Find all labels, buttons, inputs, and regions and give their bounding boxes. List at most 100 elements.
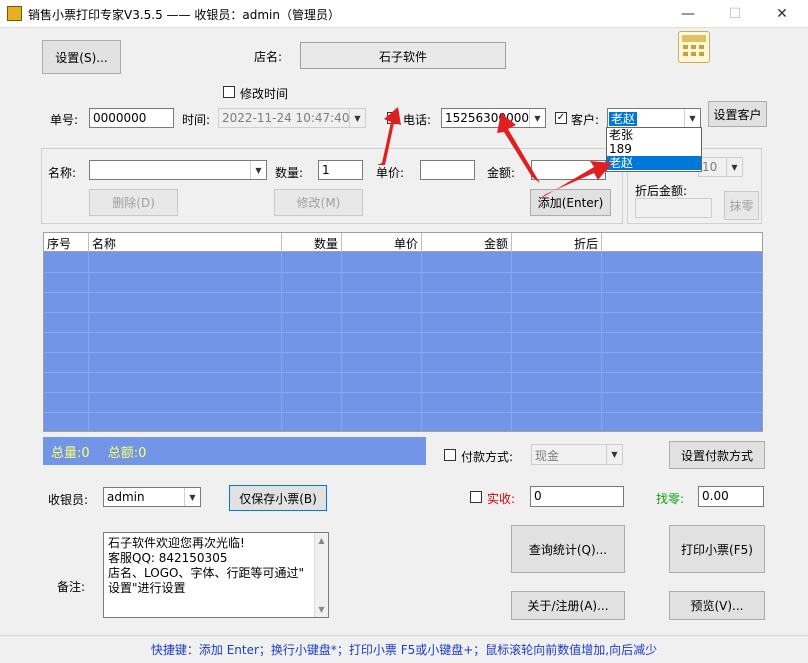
- received-checkbox[interactable]: [470, 491, 482, 503]
- table-cell[interactable]: [422, 413, 512, 431]
- table-cell[interactable]: [89, 313, 282, 333]
- maximize-button[interactable]: ☐: [720, 4, 750, 24]
- dropdown-option[interactable]: 老张: [607, 128, 701, 142]
- table-cell[interactable]: [44, 393, 89, 413]
- table-row[interactable]: [44, 393, 762, 413]
- table-cell[interactable]: [44, 373, 89, 393]
- table-cell[interactable]: [282, 293, 342, 313]
- table-cell[interactable]: [282, 353, 342, 373]
- payment-method-combo[interactable]: 现金 ▼: [531, 444, 623, 465]
- table-cell[interactable]: [44, 353, 89, 373]
- customer-dropdown-list[interactable]: 老张 189 老赵: [606, 127, 702, 172]
- table-cell[interactable]: [89, 253, 282, 273]
- table-cell[interactable]: [282, 313, 342, 333]
- table-cell[interactable]: [89, 293, 282, 313]
- table-cell[interactable]: [422, 313, 512, 333]
- item-name-combo[interactable]: ▼: [89, 160, 267, 180]
- about-register-button[interactable]: 关于/注册(A)...: [511, 591, 625, 620]
- settings-button[interactable]: 设置(S)...: [42, 40, 121, 74]
- table-cell[interactable]: [342, 373, 422, 393]
- discounted-amount-input[interactable]: [635, 198, 712, 218]
- table-cell[interactable]: [282, 273, 342, 293]
- table-cell[interactable]: [44, 313, 89, 333]
- table-cell[interactable]: [422, 293, 512, 313]
- column-header[interactable]: 序号: [44, 233, 89, 252]
- table-cell[interactable]: [422, 353, 512, 373]
- discount-combo[interactable]: 10 ▼: [698, 157, 743, 177]
- table-cell[interactable]: [89, 413, 282, 431]
- table-cell[interactable]: [44, 273, 89, 293]
- note-scrollbar[interactable]: ▲ ▼: [314, 533, 328, 617]
- dropdown-option[interactable]: 189: [607, 142, 701, 156]
- table-cell[interactable]: [512, 293, 602, 313]
- column-header[interactable]: 折后: [512, 233, 602, 252]
- minimize-button[interactable]: —: [673, 4, 703, 24]
- table-cell[interactable]: [512, 413, 602, 431]
- table-cell[interactable]: [422, 373, 512, 393]
- table-cell[interactable]: [422, 273, 512, 293]
- column-header[interactable]: 数量: [282, 233, 342, 252]
- column-header[interactable]: 单价: [342, 233, 422, 252]
- preview-button[interactable]: 预览(V)...: [669, 591, 765, 620]
- close-button[interactable]: ✕: [767, 4, 797, 24]
- note-textarea[interactable]: 石子软件欢迎您再次光临! 客服QQ: 842150305 店名、LOGO、字体、…: [103, 532, 329, 618]
- qty-input[interactable]: 1: [318, 160, 363, 180]
- table-cell[interactable]: [512, 353, 602, 373]
- table-cell[interactable]: [342, 393, 422, 413]
- change-input[interactable]: 0.00: [698, 486, 764, 507]
- table-cell[interactable]: [89, 333, 282, 353]
- table-cell[interactable]: [422, 333, 512, 353]
- table-row[interactable]: [44, 313, 762, 333]
- table-cell[interactable]: [512, 373, 602, 393]
- calculator-icon[interactable]: [678, 31, 710, 63]
- set-payment-method-button[interactable]: 设置付款方式: [669, 441, 765, 469]
- table-cell[interactable]: [44, 293, 89, 313]
- round-off-button[interactable]: 抹零: [724, 191, 759, 220]
- table-cell[interactable]: [512, 273, 602, 293]
- table-cell[interactable]: [342, 333, 422, 353]
- table-cell[interactable]: [342, 253, 422, 273]
- table-cell[interactable]: [342, 413, 422, 431]
- payment-method-checkbox[interactable]: [444, 449, 456, 461]
- table-row[interactable]: [44, 373, 762, 393]
- table-cell[interactable]: [422, 253, 512, 273]
- column-header[interactable]: 金额: [422, 233, 512, 252]
- set-customer-button[interactable]: 设置客户: [708, 101, 767, 127]
- modify-button[interactable]: 修改(M): [274, 189, 363, 216]
- table-row[interactable]: [44, 413, 762, 431]
- received-input[interactable]: 0: [530, 486, 624, 507]
- dropdown-option-selected[interactable]: 老赵: [607, 156, 701, 170]
- table-cell[interactable]: [282, 413, 342, 431]
- order-no-input[interactable]: 0000000: [89, 108, 174, 128]
- table-row[interactable]: [44, 353, 762, 373]
- table-row[interactable]: [44, 253, 762, 273]
- table-cell[interactable]: [512, 253, 602, 273]
- table-row[interactable]: [44, 333, 762, 353]
- table-cell[interactable]: [342, 353, 422, 373]
- items-table[interactable]: 序号 名称 数量 单价 金额 折后: [43, 232, 763, 432]
- table-cell[interactable]: [342, 273, 422, 293]
- print-receipt-button[interactable]: 打印小票(F5): [669, 525, 765, 573]
- table-cell[interactable]: [282, 393, 342, 413]
- scroll-down-icon[interactable]: ▼: [315, 602, 328, 617]
- table-cell[interactable]: [512, 313, 602, 333]
- table-cell[interactable]: [512, 393, 602, 413]
- table-cell[interactable]: [89, 393, 282, 413]
- time-picker[interactable]: 2022-11-24 10:47:40 ▼: [218, 108, 366, 128]
- query-stats-button[interactable]: 查询统计(Q)...: [511, 525, 625, 573]
- table-cell[interactable]: [512, 333, 602, 353]
- table-cell[interactable]: [89, 373, 282, 393]
- table-cell[interactable]: [44, 333, 89, 353]
- table-row[interactable]: [44, 273, 762, 293]
- table-cell[interactable]: [342, 313, 422, 333]
- table-cell[interactable]: [44, 413, 89, 431]
- customer-combo[interactable]: 老赵 ▼: [607, 108, 701, 128]
- table-cell[interactable]: [282, 253, 342, 273]
- save-only-button[interactable]: 仅保存小票(B): [229, 485, 327, 511]
- table-cell[interactable]: [89, 273, 282, 293]
- table-cell[interactable]: [282, 333, 342, 353]
- table-cell[interactable]: [89, 353, 282, 373]
- modify-time-checkbox[interactable]: [223, 86, 235, 98]
- table-cell[interactable]: [342, 293, 422, 313]
- table-cell[interactable]: [422, 393, 512, 413]
